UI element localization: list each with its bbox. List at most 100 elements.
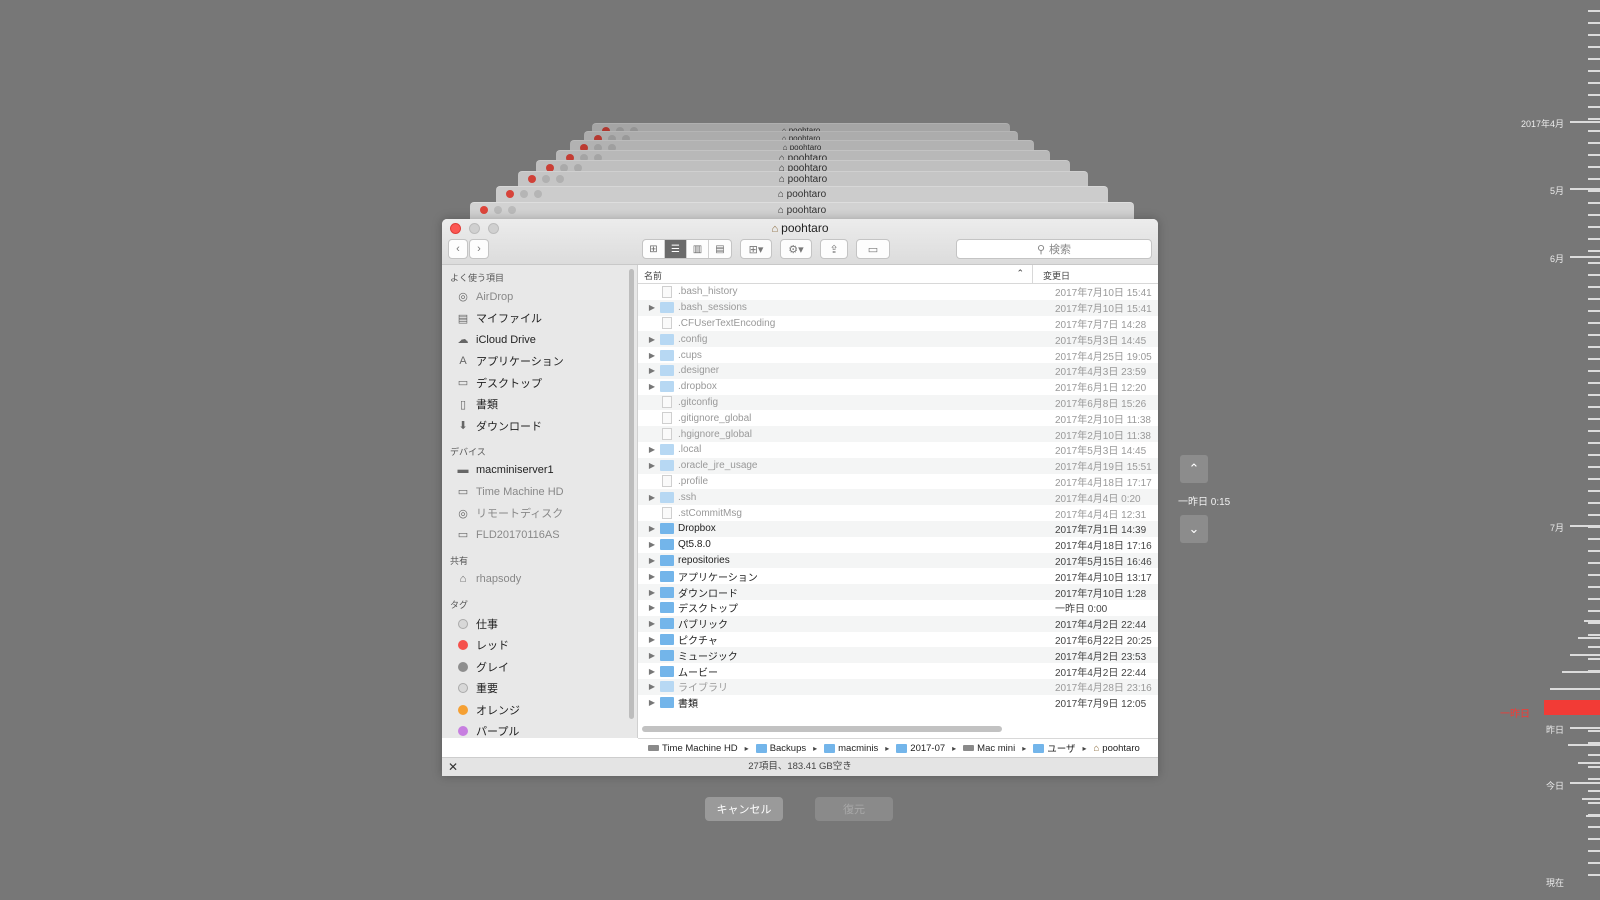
sidebar-item[interactable]: ▭ FLD20170116AS [442, 524, 637, 546]
timeline-tick[interactable] [1588, 826, 1600, 828]
timeline-tick[interactable] [1588, 250, 1600, 252]
table-row[interactable]: ▶ 書類 2017年7月9日 12:05 [638, 695, 1158, 711]
timeline-tick[interactable] [1588, 514, 1600, 516]
sidebar-tag-item[interactable]: 重要 [442, 678, 637, 700]
timeline-tick[interactable] [1588, 574, 1600, 576]
table-row[interactable]: ▶ ダウンロード 2017年7月10日 1:28 [638, 584, 1158, 600]
timeline-tick[interactable] [1588, 334, 1600, 336]
timeline-tick[interactable] [1588, 274, 1600, 276]
timeline-tick[interactable] [1588, 502, 1600, 504]
snapshot-density-bar[interactable] [1562, 671, 1600, 673]
older-snapshot-button[interactable]: ⌃ [1180, 455, 1208, 483]
disclosure-triangle-icon[interactable]: ▶ [644, 445, 660, 454]
timeline-tick[interactable] [1588, 454, 1600, 456]
timeline-tick[interactable] [1588, 22, 1600, 24]
timeline-tick[interactable] [1588, 190, 1600, 192]
share-button[interactable]: ⇪ [820, 239, 848, 259]
table-row[interactable]: ▶ Dropbox 2017年7月1日 14:39 [638, 520, 1158, 537]
sidebar-tag-item[interactable]: パープル [442, 721, 637, 738]
icon-view-button[interactable]: ⊞ [643, 240, 665, 258]
snapshot-density-bar[interactable] [1586, 815, 1600, 817]
date-column-header[interactable]: 変更日 [1033, 265, 1070, 283]
table-row[interactable]: .gitconfig 2017年6月8日 15:26 [638, 394, 1158, 411]
timeline-tick[interactable] [1588, 46, 1600, 48]
timeline-tick[interactable] [1588, 634, 1600, 636]
disclosure-triangle-icon[interactable]: ▶ [644, 366, 660, 375]
table-row[interactable]: .stCommitMsg 2017年4月4日 12:31 [638, 505, 1158, 521]
snapshot-density-bar[interactable] [1578, 762, 1600, 764]
table-row[interactable]: ▶ .oracle_jre_usage 2017年4月19日 15:51 [638, 457, 1158, 474]
gallery-view-button[interactable]: ▤ [709, 240, 731, 258]
timeline-tick[interactable] [1588, 142, 1600, 144]
timeline-tick[interactable] [1588, 262, 1600, 264]
search-input[interactable]: ⚲ 検索 [956, 239, 1152, 259]
snapshot-density-bar[interactable] [1584, 620, 1600, 622]
disclosure-triangle-icon[interactable]: ▶ [644, 461, 660, 470]
timeline-tick[interactable] [1588, 490, 1600, 492]
month-tick[interactable] [1570, 525, 1600, 527]
timeline-tick[interactable] [1588, 118, 1600, 120]
timeline-tick[interactable] [1588, 178, 1600, 180]
sidebar-tag-item[interactable]: オレンジ [442, 699, 637, 721]
table-row[interactable]: ▶ .local 2017年5月3日 14:45 [638, 442, 1158, 458]
timeline-tick[interactable] [1588, 790, 1600, 792]
table-row[interactable]: ▶ ミュージック 2017年4月2日 23:53 [638, 647, 1158, 664]
timeline-tick[interactable] [1588, 778, 1600, 780]
timeline-tick[interactable] [1588, 862, 1600, 864]
timeline-tick[interactable] [1588, 106, 1600, 108]
timeline-tick[interactable] [1588, 358, 1600, 360]
disclosure-triangle-icon[interactable]: ▶ [644, 572, 660, 581]
timeline-tick[interactable] [1588, 382, 1600, 384]
path-segment[interactable]: ⌂ poohtaro [1094, 743, 1140, 754]
disclosure-triangle-icon[interactable]: ▶ [644, 524, 660, 533]
timeline-tick[interactable] [1588, 466, 1600, 468]
timeline-tick[interactable] [1588, 394, 1600, 396]
table-row[interactable]: ▶ アプリケーション 2017年4月10日 13:17 [638, 568, 1158, 584]
disclosure-triangle-icon[interactable]: ▶ [644, 493, 660, 502]
timeline-tick[interactable] [1588, 70, 1600, 72]
forward-button[interactable]: › [469, 239, 489, 259]
timeline-tick[interactable] [1588, 286, 1600, 288]
timeline-tick[interactable] [1588, 478, 1600, 480]
back-button[interactable]: ‹ [448, 239, 468, 259]
sidebar-item[interactable]: ⬇ ダウンロード [442, 415, 637, 437]
disclosure-triangle-icon[interactable]: ▶ [644, 382, 660, 391]
month-tick[interactable] [1570, 188, 1600, 190]
timeline-tick[interactable] [1588, 322, 1600, 324]
disclosure-triangle-icon[interactable]: ▶ [644, 682, 660, 691]
column-view-button[interactable]: ▥ [687, 240, 709, 258]
disclosure-triangle-icon[interactable]: ▶ [644, 698, 660, 707]
disclosure-triangle-icon[interactable]: ▶ [644, 351, 660, 360]
snapshot-density-bar[interactable] [1550, 688, 1600, 690]
day-tick[interactable] [1570, 727, 1600, 729]
timeline-tick[interactable] [1588, 34, 1600, 36]
disclosure-triangle-icon[interactable]: ▶ [644, 540, 660, 549]
action-button[interactable]: ⚙▾ [780, 239, 812, 259]
table-row[interactable]: .bash_history 2017年7月10日 15:41 [638, 284, 1158, 300]
cancel-button[interactable]: キャンセル [705, 797, 783, 821]
table-row[interactable]: ▶ .ssh 2017年4月4日 0:20 [638, 489, 1158, 506]
timeline-tick[interactable] [1588, 802, 1600, 804]
timeline-tick[interactable] [1588, 754, 1600, 756]
sidebar-item[interactable]: ⌂ rhapsody [442, 569, 637, 591]
timeline-tick[interactable] [1588, 130, 1600, 132]
sidebar-item[interactable]: ▬ macminiserver1 [442, 460, 637, 482]
timeline-tick[interactable] [1588, 838, 1600, 840]
timeline-tick[interactable] [1588, 58, 1600, 60]
table-row[interactable]: ▶ .designer 2017年4月3日 23:59 [638, 362, 1158, 379]
day-tick[interactable] [1570, 782, 1600, 784]
sidebar-item[interactable]: ▭ Time Machine HD [442, 481, 637, 503]
disclosure-triangle-icon[interactable]: ▶ [644, 303, 660, 312]
timeline-tick[interactable] [1588, 442, 1600, 444]
newer-snapshot-button[interactable]: ⌄ [1180, 515, 1208, 543]
timeline-tick[interactable] [1588, 166, 1600, 168]
timeline-tick[interactable] [1588, 610, 1600, 612]
table-row[interactable]: ▶ パブリック 2017年4月2日 22:44 [638, 615, 1158, 632]
table-row[interactable]: .profile 2017年4月18日 17:17 [638, 474, 1158, 490]
timeline-tick[interactable] [1588, 598, 1600, 600]
timeline-tick[interactable] [1588, 298, 1600, 300]
disclosure-triangle-icon[interactable]: ▶ [644, 619, 660, 628]
arrange-button[interactable]: ⊞▾ [740, 239, 772, 259]
timeline-tick[interactable] [1588, 94, 1600, 96]
table-row[interactable]: ▶ .dropbox 2017年6月1日 12:20 [638, 379, 1158, 395]
